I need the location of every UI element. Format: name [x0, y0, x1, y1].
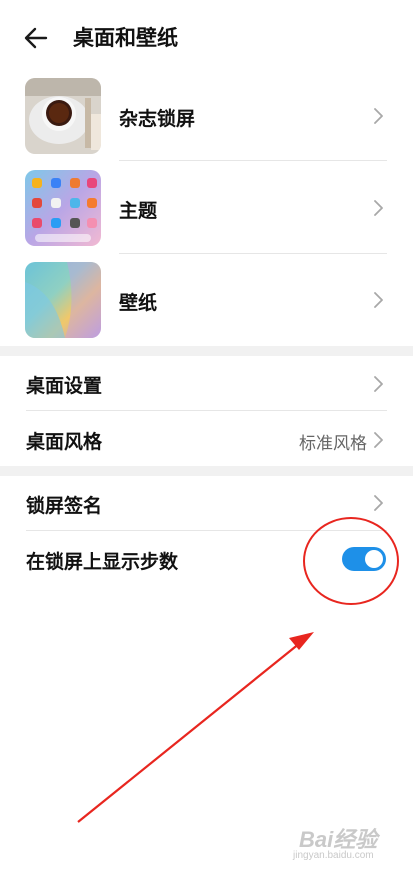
watermark-url: jingyan.baidu.com: [293, 850, 374, 861]
chevron-right-icon: [374, 108, 383, 124]
theme-thumbnail-icon: [25, 170, 101, 246]
row-label: 桌面设置: [26, 375, 103, 397]
chevron-right-icon: [374, 200, 383, 216]
tile-magazine-lockscreen[interactable]: 杂志锁屏: [0, 70, 413, 162]
chevron-right-icon: [374, 495, 383, 511]
tile-label: 杂志锁屏: [119, 108, 196, 130]
chevron-right-icon: [374, 432, 383, 448]
back-arrow-icon[interactable]: [22, 24, 50, 52]
section-gap: [0, 346, 413, 356]
tile-theme[interactable]: 主题: [0, 162, 413, 254]
desktop-style-value: 标准风格: [299, 434, 367, 454]
show-steps-toggle[interactable]: [342, 547, 386, 571]
desktop-style-row[interactable]: 桌面风格 标准风格: [0, 411, 413, 467]
wallpaper-thumbnail-icon: [25, 262, 101, 338]
lockscreen-signature-row[interactable]: 锁屏签名: [0, 476, 413, 532]
magazine-thumbnail-icon: [25, 78, 101, 154]
chevron-right-icon: [374, 292, 383, 308]
section-gap: [0, 466, 413, 476]
watermark: Bai经验 jingyan.baidu.com: [293, 820, 411, 868]
tile-label: 主题: [119, 200, 158, 222]
row-label: 桌面风格: [26, 431, 103, 453]
chevron-right-icon: [374, 376, 383, 392]
row-label: 在锁屏上显示步数: [26, 551, 179, 573]
toggle-knob: [365, 550, 383, 568]
tile-label: 壁纸: [119, 292, 158, 314]
tile-wallpaper[interactable]: 壁纸: [0, 254, 413, 346]
page-title: 桌面和壁纸: [73, 26, 178, 50]
header-bar: 桌面和壁纸: [0, 0, 413, 74]
row-label: 锁屏签名: [26, 495, 103, 517]
divider: [119, 160, 387, 161]
desktop-settings-row[interactable]: 桌面设置: [0, 356, 413, 412]
